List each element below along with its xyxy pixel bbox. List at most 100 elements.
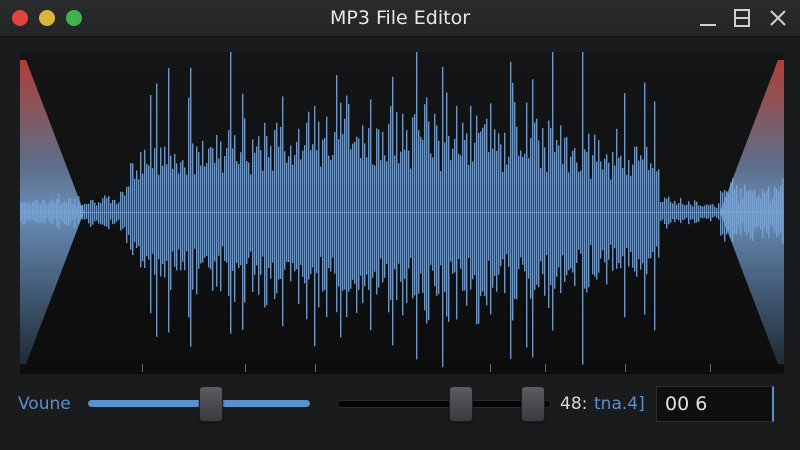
waveform-bar	[238, 163, 240, 269]
waveform-bar	[746, 191, 748, 235]
position-slider-thumb-end[interactable]	[521, 386, 546, 422]
waveform-bar	[490, 103, 492, 315]
waveform-bar	[390, 106, 392, 300]
waveform-bar	[22, 203, 24, 225]
waveform-bar	[414, 114, 416, 296]
waveform-canvas[interactable]	[20, 52, 784, 374]
waveform-bar	[298, 128, 300, 304]
waveform-bar	[556, 140, 558, 277]
waveform-bar	[506, 164, 508, 255]
waveform-bar	[256, 146, 258, 266]
waveform-bar	[538, 140, 540, 288]
waveform-bar	[52, 198, 54, 225]
waveform-bar	[540, 168, 542, 262]
waveform-bar	[174, 153, 176, 267]
waveform-bar	[176, 163, 178, 271]
waveform-bar	[368, 128, 370, 290]
waveform-bar	[336, 74, 338, 313]
waveform-bar	[350, 149, 352, 289]
waveform-bar	[724, 190, 726, 242]
waveform-bar	[276, 122, 278, 294]
waveform-bar	[462, 122, 464, 291]
waveform-bar	[210, 146, 212, 270]
waveform-bar	[680, 198, 682, 224]
waveform-bar	[284, 151, 286, 270]
waveform-bar	[104, 195, 106, 226]
waveform-bar	[388, 123, 390, 313]
waveform-bar	[278, 146, 280, 280]
waveform-bar	[110, 203, 112, 220]
waveform-bar	[618, 157, 620, 264]
waveform-bar	[144, 149, 146, 268]
waveform-bar	[432, 157, 434, 271]
waveform-bar	[190, 67, 192, 347]
waveform-bar	[46, 204, 48, 219]
waveform-bar	[426, 97, 428, 324]
waveform-bar	[308, 111, 310, 280]
waveform-bar	[606, 154, 608, 285]
waveform-bar	[198, 151, 200, 269]
waveform-bar	[638, 160, 640, 260]
waveform-bar	[358, 138, 360, 291]
waveform-bar	[560, 125, 562, 294]
waveform-bar	[76, 206, 78, 218]
waveform-bar	[694, 200, 696, 224]
volume-slider-thumb[interactable]	[199, 386, 224, 422]
control-bar: Voune 48: tna.4]	[0, 380, 800, 430]
waveform-bar	[644, 82, 646, 315]
waveform-bar	[412, 117, 414, 299]
waveform-bar	[258, 136, 260, 295]
waveform-bar	[374, 165, 376, 272]
timeline-tick	[315, 364, 316, 372]
waveform-bar	[536, 118, 538, 285]
waveform-bar	[152, 168, 154, 254]
waveform-bar	[662, 201, 664, 220]
waveform-bar	[360, 157, 362, 276]
waveform-bar	[344, 118, 346, 290]
waveform-bar	[434, 113, 436, 287]
waveform-bar	[384, 155, 386, 278]
waveform-bar	[134, 178, 136, 243]
waveform-bar	[218, 158, 220, 256]
waveform-bar	[634, 146, 636, 272]
waveform-bar	[128, 186, 130, 235]
waveform-bar	[550, 127, 552, 286]
waveform-bar	[738, 201, 740, 226]
maximize-button[interactable]	[730, 6, 754, 30]
waveform-display[interactable]	[20, 52, 784, 374]
minimize-button[interactable]	[696, 6, 720, 30]
waveform-bar	[440, 171, 442, 266]
waveform-bar	[24, 202, 26, 224]
waveform-bar	[86, 204, 88, 219]
waveform-bar	[582, 52, 584, 365]
close-button[interactable]	[766, 6, 790, 30]
waveform-bar	[574, 147, 576, 287]
waveform-bar	[418, 130, 420, 294]
waveform-bar	[118, 202, 120, 220]
waveform-bar	[234, 135, 236, 302]
position-slider-thumb-start[interactable]	[448, 386, 473, 422]
waveform-bar	[562, 163, 564, 256]
waveform-bar	[262, 170, 264, 257]
waveform-bar	[546, 171, 548, 256]
waveform-bar	[514, 102, 516, 299]
waveform-bar	[346, 95, 348, 318]
position-slider-track[interactable]	[337, 400, 551, 408]
waveform-bar	[318, 121, 320, 308]
timeline-tick	[245, 364, 246, 372]
waveform-bar	[132, 163, 134, 256]
waveform-bar	[324, 137, 326, 290]
waveform-bar	[224, 156, 226, 261]
value-input[interactable]	[656, 386, 774, 422]
waveform-bar	[124, 195, 126, 227]
waveform-bar	[722, 192, 724, 235]
waveform-bar	[288, 156, 290, 263]
waveform-bar	[760, 198, 762, 230]
waveform-bar	[352, 143, 354, 280]
waveform-bar	[272, 170, 274, 263]
waveform-bar	[130, 162, 132, 250]
waveform-bar	[296, 141, 298, 270]
waveform-bar	[468, 164, 470, 259]
waveform-bar	[520, 150, 522, 258]
waveform-bar	[632, 164, 634, 268]
